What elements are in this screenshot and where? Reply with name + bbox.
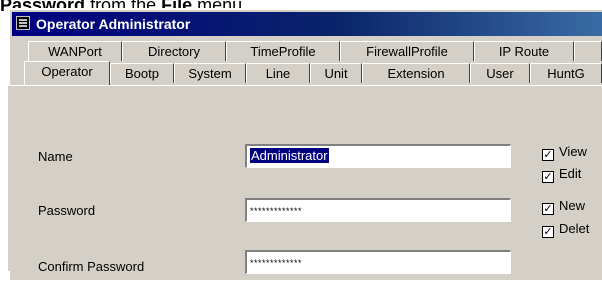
new-checkbox[interactable]: ✓ New [542,198,586,215]
password-label: Password [38,203,96,218]
tab-operator[interactable]: Operator [24,61,110,85]
tab-row-front: Operator Bootp System Line Unit Extensio… [0,61,602,85]
name-input[interactable]: Administrator [245,144,511,168]
tab-wanport[interactable]: WANPort [28,41,122,61]
new-checkbox-label: New [559,198,586,213]
new-check-icon: ✓ [542,203,554,215]
delete-check-icon: ✓ [542,226,554,238]
tab-ip-route[interactable]: IP Route [474,41,574,61]
tab-directory[interactable]: Directory [122,41,226,61]
delete-checkbox[interactable]: ✓ Delet [542,221,590,238]
name-label: Name [38,149,73,164]
tab-line[interactable]: Line [246,63,310,83]
delete-checkbox-label: Delet [559,221,590,236]
tab-bootp[interactable]: Bootp [110,63,174,83]
system-menu-icon[interactable] [16,16,30,30]
tab-user[interactable]: User [470,63,530,83]
view-check-icon: ✓ [542,149,554,161]
window-title: Operator Administrator [36,16,191,32]
operator-tab-panel: Name Administrator Password ************… [8,85,602,274]
name-input-value: Administrator [250,148,329,163]
tab-unit[interactable]: Unit [310,63,362,83]
confirm-password-input[interactable]: ************* [245,250,511,274]
tab-extension[interactable]: Extension [362,63,470,83]
title-bar[interactable]: Operator Administrator [12,12,602,36]
edit-checkbox[interactable]: ✓ Edit [542,166,582,183]
tab-huntgroup[interactable]: HuntG [530,63,602,83]
tab-system[interactable]: System [174,63,246,83]
edit-check-icon: ✓ [542,171,554,183]
view-checkbox[interactable]: ✓ View [542,144,587,161]
edit-checkbox-label: Edit [559,166,582,181]
tab-overflow-back[interactable] [574,41,602,61]
tab-timeprofile[interactable]: TimeProfile [226,41,340,61]
view-checkbox-label: View [559,144,587,159]
password-input[interactable]: ************* [245,198,511,222]
tab-row-back: WANPort Directory TimeProfile FirewallPr… [0,41,602,63]
confirm-password-label: Confirm Password [38,259,145,274]
tab-firewallprofile[interactable]: FirewallProfile [340,41,474,61]
